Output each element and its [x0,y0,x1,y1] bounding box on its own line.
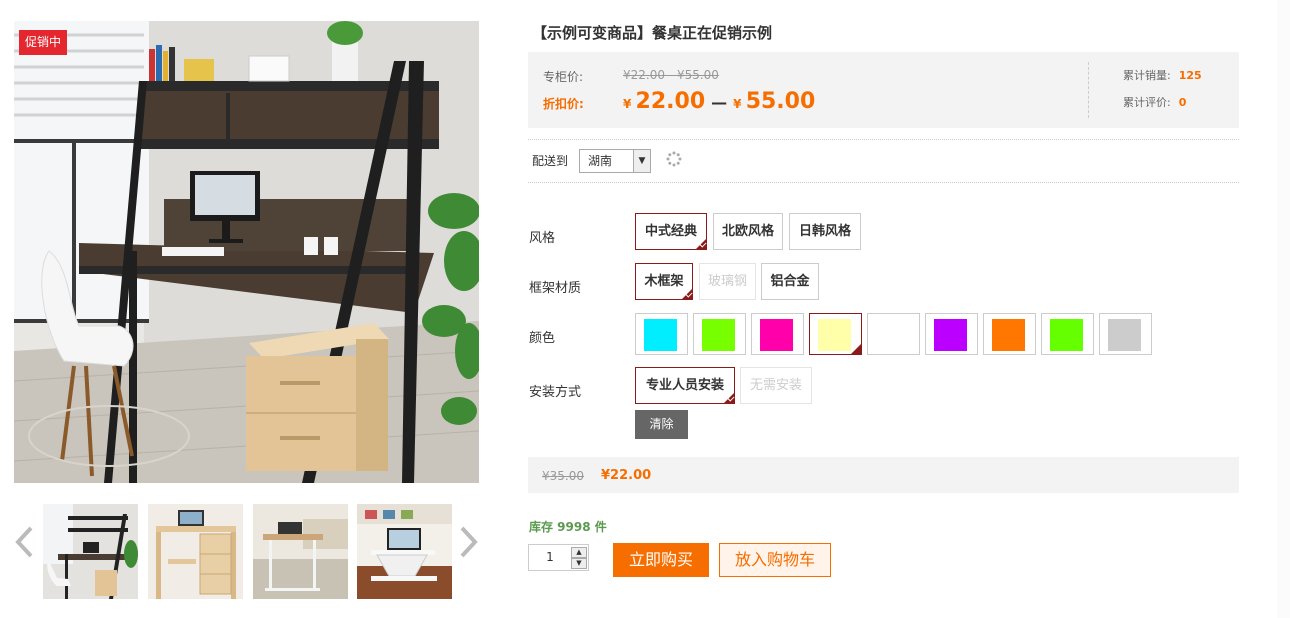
add-to-cart-button[interactable]: 放入购物车 [719,543,831,577]
shipping-label: 配送到 [532,154,569,168]
discount-price-range: ¥ 22.00 — ¥ 55.00 [623,89,815,114]
sales-label: 累计销量: [1123,69,1171,82]
sales-value: 125 [1178,69,1202,82]
quantity-input[interactable]: 1 [529,545,571,570]
thumbnail-3[interactable] [253,504,348,599]
divider [528,182,1239,183]
selected-price-bar: ¥35.00 ¥22.00 [528,457,1239,493]
stock-count: 库存 9998 件 [529,520,607,534]
sales-count: 累计销量: 125 [1123,67,1202,83]
selected-new-price: ¥22.00 [601,468,652,483]
option-label: 日韩风格 [798,224,851,239]
color-chip [702,319,735,351]
counter-price-label: 专柜价: [543,70,584,84]
color-chip [934,319,967,351]
product-main-image[interactable] [14,21,479,483]
clear-selection-button[interactable]: 清除 [635,410,688,439]
counter-price-value: ¥22.00 - ¥55.00 [623,68,719,82]
thumbnail-next-button[interactable] [458,524,480,560]
color-swatch[interactable] [751,313,804,355]
chevron-left-icon [15,526,33,558]
desk-bookshelf-thumb [43,504,138,599]
style-option-japanese[interactable]: 日韩风格 [789,213,861,250]
promo-badge: 促销中 [19,30,68,55]
discount-price-min: 22.00 [635,89,706,114]
color-chip [992,319,1025,351]
frame-option-aluminum[interactable]: 铝合金 [761,263,819,300]
color-label: 颜色 [529,331,556,346]
frame-option-wood[interactable]: 木框架 [635,263,693,300]
page-gutter [1277,0,1290,618]
install-option-none: 无需安装 [740,367,812,404]
discount-price-max: 55.00 [745,89,816,114]
chevron-down-icon: ▼ [633,150,650,172]
thumbnail-2[interactable] [148,504,243,599]
selected-old-price: ¥35.00 [542,469,584,483]
review-count: 累计评价: 0 [1123,94,1186,110]
checkmark-icon [695,238,707,250]
buy-now-button[interactable]: 立即购买 [613,543,709,577]
product-title: 【示例可变商品】餐桌正在促销示例 [532,24,773,42]
color-chip [1108,319,1141,351]
range-dash: — [711,93,728,112]
thumbnail-1[interactable] [43,504,138,599]
option-label: 无需安装 [749,378,802,393]
discount-price-label: 折扣价: [543,97,584,111]
quantity-increase-button[interactable]: ▲ [571,547,587,558]
thumbnail-prev-button[interactable] [13,524,35,560]
option-label: 中式经典 [644,224,697,239]
shipping-region-value: 湖南 [588,154,613,168]
reviews-value: 0 [1178,96,1187,109]
color-swatch[interactable] [983,313,1036,355]
chevron-right-icon [460,526,478,558]
option-label: 专业人员安装 [645,378,724,393]
shipping-region-select[interactable]: 湖南 ▼ [579,149,651,173]
desk-bookshelf-photo [14,21,479,483]
standing-desk-thumb [357,504,452,599]
install-option-professional[interactable]: 专业人员安装 [635,367,735,404]
color-swatch[interactable] [693,313,746,355]
checkmark-icon [850,343,862,355]
style-option-nordic[interactable]: 北欧风格 [713,213,783,250]
currency-symbol: ¥ [623,97,632,111]
price-panel: 专柜价: ¥22.00 - ¥55.00 折扣价: ¥ 22.00 — ¥ 55.0… [528,52,1239,128]
color-swatch[interactable] [1099,313,1152,355]
color-swatch[interactable] [809,313,862,355]
color-swatch[interactable] [635,313,688,355]
wooden-desk-thumb [148,504,243,599]
install-label: 安装方式 [529,385,582,400]
option-label: 北欧风格 [721,224,774,239]
option-label: 铝合金 [770,274,810,289]
option-label: 木框架 [644,274,684,289]
quantity-decrease-button[interactable]: ▼ [571,558,587,569]
currency-symbol: ¥ [733,97,742,111]
thumbnail-4[interactable] [357,504,452,599]
reviews-label: 累计评价: [1123,96,1171,109]
color-chip [818,319,851,351]
checkmark-icon [681,288,693,300]
color-swatch[interactable] [925,313,978,355]
color-swatch[interactable] [1041,313,1094,355]
frame-label: 框架材质 [529,281,582,296]
color-chip [1050,319,1083,351]
quantity-stepper: 1 ▲ ▼ [528,544,589,571]
color-chip [644,319,677,351]
frame-option-fiberglass: 玻璃钢 [699,263,756,300]
style-option-chinese[interactable]: 中式经典 [635,213,707,250]
spinner-icon [666,151,682,167]
color-swatch[interactable] [867,313,920,355]
divider [528,139,1239,140]
color-chip [876,319,909,351]
style-label: 风格 [529,231,556,246]
laptop-table-thumb [253,504,348,599]
color-chip [760,319,793,351]
checkmark-icon [723,392,735,404]
option-label: 玻璃钢 [707,274,747,289]
price-divider [1088,62,1089,118]
